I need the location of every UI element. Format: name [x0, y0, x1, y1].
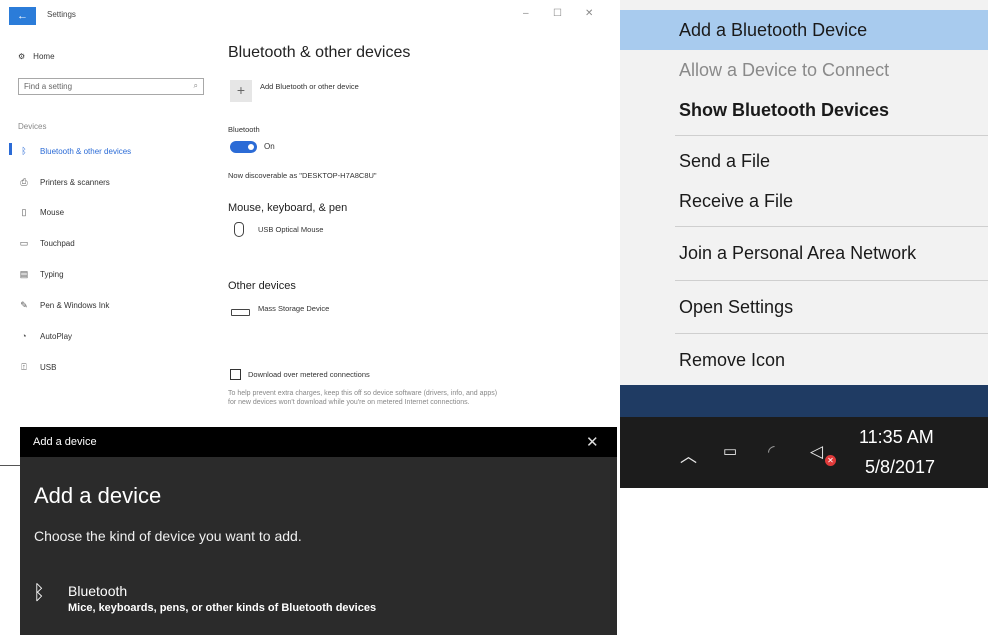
- clock-time[interactable]: 11:35 AM: [859, 427, 934, 448]
- device-mouse[interactable]: USB Optical Mouse: [258, 225, 323, 234]
- storage-device-icon: [231, 309, 250, 316]
- back-button[interactable]: ←: [9, 7, 36, 25]
- sidebar-item-mouse[interactable]: ▯ Mouse: [18, 205, 198, 219]
- touchpad-icon: ▭: [19, 237, 29, 248]
- nav-home-label: Home: [33, 52, 55, 61]
- menu-show-bluetooth-devices[interactable]: Show Bluetooth Devices: [620, 90, 988, 130]
- menu-separator: [675, 280, 988, 281]
- bluetooth-option[interactable]: ᛒ Bluetooth Mice, keyboards, pens, or ot…: [20, 575, 617, 625]
- divider: [0, 465, 20, 466]
- dialog-titlebar: Add a device ✕: [20, 427, 617, 457]
- bluetooth-icon: ᛒ: [21, 146, 27, 156]
- menu-add-bluetooth-device[interactable]: Add a Bluetooth Device: [620, 10, 988, 50]
- search-placeholder: Find a setting: [24, 82, 73, 91]
- plus-icon: +: [236, 82, 246, 98]
- bluetooth-context-menu: Add a Bluetooth Device Allow a Device to…: [620, 0, 988, 385]
- sidebar-item-label: Typing: [40, 269, 64, 279]
- menu-receive-file[interactable]: Receive a File: [620, 181, 988, 221]
- other-section-title: Other devices: [228, 280, 296, 292]
- sidebar-item-pen[interactable]: ✎ Pen & Windows Ink: [18, 298, 198, 312]
- pen-icon: ✎: [20, 299, 28, 310]
- add-device-label[interactable]: Add Bluetooth or other device: [260, 82, 359, 91]
- mute-badge-icon: ✕: [825, 455, 836, 466]
- mouse-icon: [234, 222, 244, 237]
- wifi-icon[interactable]: ◜: [768, 442, 775, 462]
- menu-open-settings[interactable]: Open Settings: [620, 287, 988, 327]
- mouse-icon: ▯: [21, 206, 27, 217]
- menu-separator: [675, 226, 988, 227]
- sidebar-item-label: USB: [40, 362, 57, 372]
- nav-section-title: Devices: [18, 122, 47, 131]
- metered-help-text: To help prevent extra charges, keep this…: [228, 390, 498, 406]
- dialog-subheading: Choose the kind of device you want to ad…: [34, 528, 302, 544]
- clock-date[interactable]: 5/8/2017: [865, 457, 935, 478]
- back-arrow-icon: ←: [17, 10, 28, 22]
- dialog-heading: Add a device: [34, 483, 162, 508]
- sidebar-item-label: Printers & scanners: [40, 177, 110, 187]
- search-icon: ⌕: [193, 81, 198, 90]
- autoplay-icon: ◔: [21, 331, 27, 341]
- sidebar-item-label: Bluetooth & other devices: [40, 146, 132, 156]
- sidebar-item-label: Mouse: [40, 207, 65, 217]
- add-device-dialog: Add a device ✕ Add a device Choose the k…: [20, 427, 617, 635]
- settings-content: Bluetooth & other devices + Add Bluetoot…: [228, 0, 608, 470]
- menu-separator: [675, 333, 988, 334]
- sidebar-item-usb[interactable]: ⍐ USB: [18, 360, 198, 374]
- chevron-up-icon[interactable]: ︿: [680, 442, 697, 467]
- tray-panel: Add a Bluetooth Device Allow a Device to…: [620, 0, 988, 488]
- option-description: Mice, keyboards, pens, or other kinds of…: [68, 602, 377, 614]
- sidebar-item-label: AutoPlay: [40, 331, 73, 341]
- toggle-knob: [248, 144, 254, 150]
- device-mass-storage[interactable]: Mass Storage Device: [258, 304, 329, 313]
- printer-icon: ⎙: [20, 176, 28, 187]
- menu-join-pan[interactable]: Join a Personal Area Network: [620, 233, 988, 273]
- option-title: Bluetooth: [68, 583, 128, 599]
- gear-icon: ⚙: [18, 52, 26, 61]
- active-indicator: [9, 143, 12, 155]
- bluetooth-label: Bluetooth: [228, 125, 260, 134]
- menu-remove-icon[interactable]: Remove Icon: [620, 340, 988, 380]
- menu-separator: [675, 135, 988, 136]
- sidebar-item-autoplay[interactable]: ◔ AutoPlay: [18, 329, 198, 343]
- menu-send-file[interactable]: Send a File: [620, 141, 988, 181]
- keyboard-icon: ▤: [19, 268, 29, 279]
- desktop-background: [620, 385, 988, 417]
- menu-allow-device-connect[interactable]: Allow a Device to Connect: [620, 50, 988, 90]
- usb-icon: ⍐: [21, 361, 27, 372]
- window-title: Settings: [47, 10, 76, 19]
- mouse-section-title: Mouse, keyboard, & pen: [228, 202, 348, 214]
- sidebar-item-bluetooth[interactable]: ᛒ Bluetooth & other devices: [18, 144, 198, 158]
- sidebar-item-label: Pen & Windows Ink: [40, 300, 110, 310]
- taskbar: ︿ ▭ ◜ ◁ ✕ 11:35 AM 5/8/2017: [620, 417, 988, 488]
- metered-checkbox-label[interactable]: Download over metered connections: [248, 370, 370, 379]
- toggle-state: On: [264, 142, 275, 151]
- sidebar-item-touchpad[interactable]: ▭ Touchpad: [18, 236, 198, 250]
- page-title: Bluetooth & other devices: [228, 44, 411, 61]
- close-icon[interactable]: ✕: [586, 433, 599, 451]
- dialog-window-title: Add a device: [33, 436, 97, 448]
- metered-checkbox[interactable]: [230, 369, 241, 380]
- battery-icon[interactable]: ▭: [723, 442, 737, 460]
- sidebar-item-typing[interactable]: ▤ Typing: [18, 267, 198, 281]
- bluetooth-toggle[interactable]: [230, 141, 257, 153]
- volume-muted-icon[interactable]: ◁: [810, 442, 823, 462]
- discoverable-text: Now discoverable as "DESKTOP-H7A8C8U": [228, 171, 377, 180]
- sidebar-item-label: Touchpad: [40, 238, 75, 248]
- sidebar-item-printers[interactable]: ⎙ Printers & scanners: [18, 175, 198, 189]
- search-input[interactable]: Find a setting ⌕: [18, 78, 204, 95]
- nav-home[interactable]: ⚙ Home: [18, 52, 55, 61]
- add-device-button[interactable]: +: [230, 80, 252, 102]
- bluetooth-icon: ᛒ: [33, 582, 45, 604]
- settings-window: ← Settings – ☐ ✕ ⚙ Home Find a setting ⌕…: [0, 0, 612, 470]
